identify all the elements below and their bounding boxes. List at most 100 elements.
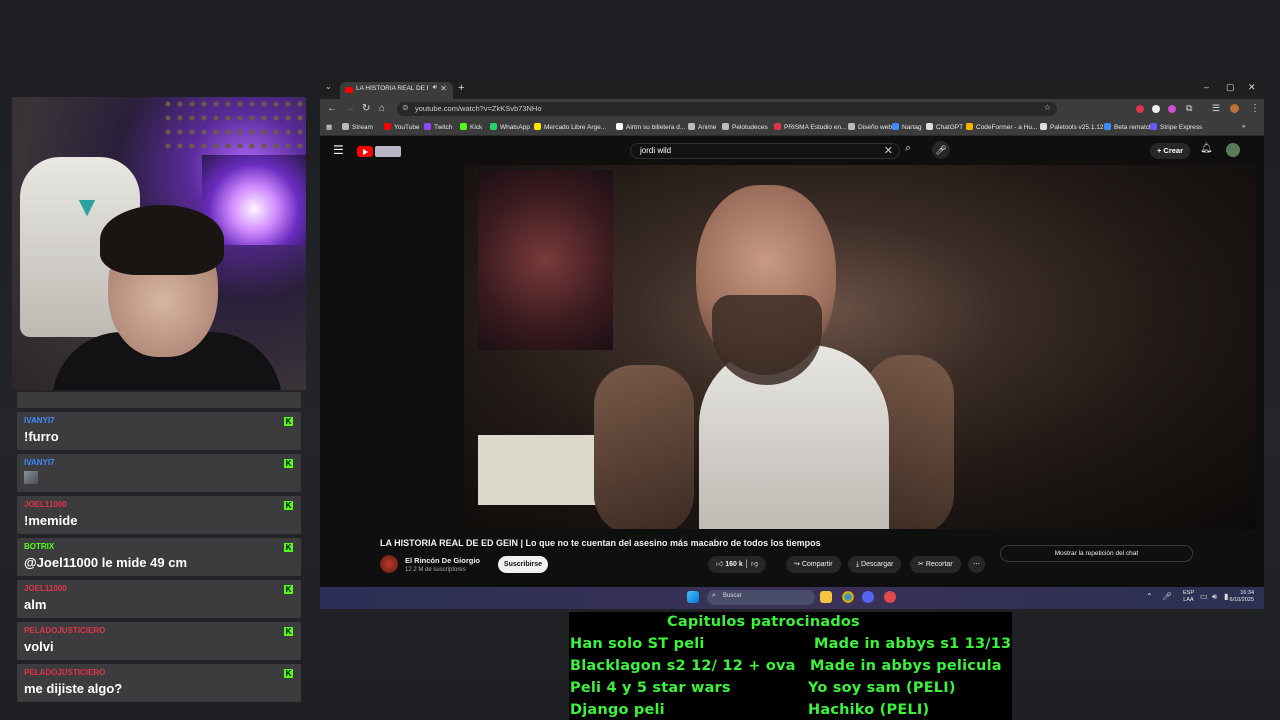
extension-icon[interactable] (1152, 105, 1160, 113)
site-info-icon[interactable]: ⊜ (402, 103, 409, 112)
tray-chevron-icon[interactable]: ⌃ (1146, 592, 1153, 601)
speaker-icon[interactable]: 🔊︎ (433, 84, 437, 92)
bookmark-item[interactable]: Mercado Libre Arge... (534, 123, 606, 131)
bookmark-favicon-icon (688, 123, 695, 130)
bookmark-item[interactable]: Stream (342, 123, 373, 131)
chat-username[interactable]: PELADOJUSTICIERO (24, 626, 105, 635)
home-button[interactable]: ⌂ (379, 103, 385, 114)
url-text: youtube.com/watch?v=ZkKSvb73NHo (415, 104, 542, 113)
windows-taskbar: ⌕ Buscar ⌃ 🎤︎ ESP LAA ▭ 🔊︎ ▮ 16:34 6/10/… (320, 587, 1264, 609)
video-player[interactable] (464, 165, 1256, 529)
language-indicator[interactable]: ESP LAA (1183, 590, 1194, 604)
bookmark-item[interactable]: Anime (688, 123, 716, 131)
bookmark-item[interactable]: WhatsApp (490, 123, 530, 131)
search-icon[interactable]: ⌕ (905, 142, 911, 155)
notifications-bell-icon[interactable]: 🔔︎ (1200, 143, 1213, 154)
network-icon[interactable]: ▭ (1200, 592, 1208, 601)
channel-avatar[interactable] (380, 555, 398, 573)
discord-icon[interactable] (862, 591, 874, 603)
battery-icon[interactable]: ▮ (1224, 592, 1228, 601)
forward-button[interactable]: → (345, 103, 355, 114)
kick-badge-icon: K (284, 459, 293, 468)
like-button[interactable]: 👍︎ 160 k │ 👎︎ (708, 556, 767, 573)
youtube-logo-icon[interactable] (357, 146, 373, 157)
youtube-doodle-logo[interactable] (375, 146, 401, 157)
profile-avatar[interactable] (1230, 104, 1239, 113)
panel-item: Made in abbys s1 13/13 (814, 636, 1012, 652)
bookmark-favicon-icon (460, 123, 467, 130)
panel-item: Django peli (570, 702, 665, 718)
bookmark-label: YouTube (394, 124, 420, 131)
taskbar-search[interactable]: ⌕ Buscar (707, 590, 815, 605)
bookmark-item[interactable]: Paletools v25.1.12 (1040, 123, 1103, 131)
subscribe-button[interactable]: Suscribirse (498, 556, 548, 573)
bookmark-item[interactable]: PRISMA Estudio en... (774, 123, 847, 131)
windows-start-icon[interactable] (687, 591, 699, 603)
address-bar-row: ← → ↻ ⌂ ⊜ youtube.com/watch?v=ZkKSvb73NH… (320, 99, 1264, 119)
chat-username[interactable]: JOEL11000 (24, 584, 67, 593)
chat-message-partial (17, 392, 301, 408)
chrome-icon[interactable] (842, 591, 854, 603)
channel-name[interactable]: El Rincón De Giorgio (405, 556, 480, 565)
panel-item: Blacklagon s2 12/ 12 + ova (570, 658, 796, 674)
chat-username[interactable]: IVANYI7 (24, 458, 55, 467)
system-clock[interactable]: 16:34 6/10/2025 (1230, 590, 1254, 604)
bookmark-star-icon[interactable]: ☆ (1044, 103, 1051, 112)
chat-text: !memide (24, 513, 78, 528)
bookmark-item[interactable]: Twitch (424, 123, 452, 131)
media-icon[interactable]: ☰ (1212, 103, 1220, 114)
reload-button[interactable]: ↻ (362, 103, 370, 114)
tab-youtube-video[interactable]: LA HISTORIA REAL DE ED GEIN 🔊︎ ✕ (340, 82, 453, 99)
bookmark-item[interactable]: Diseño web (848, 123, 892, 131)
new-tab-button[interactable]: + (458, 82, 464, 94)
file-explorer-icon[interactable] (820, 591, 832, 603)
url-bar[interactable]: ⊜ youtube.com/watch?v=ZkKSvb73NHo ☆ (397, 102, 1057, 116)
more-actions-button[interactable]: ⋯ (968, 556, 985, 573)
like-count: 160 k (725, 561, 743, 568)
account-avatar[interactable] (1226, 143, 1240, 157)
bookmark-item[interactable]: YouTube (384, 123, 420, 131)
extension-icon[interactable] (1168, 105, 1176, 113)
search-input[interactable]: jordi wild ✕ (630, 143, 900, 159)
bookmark-item[interactable]: Nartag (892, 123, 922, 131)
bookmark-item[interactable]: Stripe Express (1150, 123, 1202, 131)
bookmark-label: Stream (352, 124, 373, 131)
bookmark-favicon-icon (1150, 123, 1157, 130)
bookmark-item[interactable]: Airtm su billetera d... (616, 123, 685, 131)
bookmark-item[interactable]: ChatGPT (926, 123, 963, 131)
microphone-tray-icon[interactable]: 🎤︎ (1162, 592, 1172, 601)
bookmark-item[interactable]: Pelotudeces (722, 123, 768, 131)
app-icon[interactable] (884, 591, 896, 603)
hamburger-menu-icon[interactable]: ☰ (333, 143, 344, 157)
bookmark-item[interactable]: CodeFormer - a Hu... (966, 123, 1037, 131)
share-button[interactable]: ↪ Compartir (786, 556, 841, 573)
back-button[interactable]: ← (327, 103, 337, 114)
more-bookmarks-icon[interactable]: » (1242, 123, 1246, 130)
extensions-puzzle-icon[interactable]: ⧉ (1186, 103, 1192, 114)
bookmark-item[interactable]: Kick (460, 123, 482, 131)
create-button[interactable]: + Crear (1150, 143, 1190, 159)
bookmark-favicon-icon (534, 123, 541, 130)
chat-username[interactable]: IVANYI7 (24, 416, 55, 425)
chat-username[interactable]: BOTRIX (24, 542, 54, 551)
close-window-button[interactable]: ✕ (1248, 82, 1256, 93)
bookmark-favicon-icon (774, 123, 781, 130)
tab-search-icon[interactable]: ⌄ (325, 82, 332, 91)
apps-icon[interactable]: ▦ (326, 123, 332, 131)
clip-button[interactable]: ✂ Recortar (910, 556, 961, 573)
bookmark-item[interactable]: Beta rematch (1104, 123, 1153, 131)
video-frame-poster (478, 170, 613, 350)
volume-icon[interactable]: 🔊︎ (1212, 592, 1217, 602)
clear-search-icon[interactable]: ✕ (884, 144, 893, 157)
chat-username[interactable]: PELADOJUSTICIERO (24, 668, 105, 677)
tab-bar: ⌄ LA HISTORIA REAL DE ED GEIN 🔊︎ ✕ + – ▢… (320, 79, 1264, 99)
minimize-button[interactable]: – (1204, 82, 1209, 92)
extension-icon[interactable] (1136, 105, 1144, 113)
download-button[interactable]: ⤓ Descargar (848, 556, 902, 573)
voice-search-icon[interactable]: 🎤︎ (932, 141, 950, 159)
tab-close-icon[interactable]: ✕ (440, 84, 447, 93)
maximize-button[interactable]: ▢ (1226, 82, 1235, 93)
show-chat-replay-button[interactable]: Mostrar la repetición del chat (1000, 545, 1193, 562)
chat-username[interactable]: JOEL11000 (24, 500, 67, 509)
browser-menu-icon[interactable]: ⋮ (1250, 103, 1260, 114)
